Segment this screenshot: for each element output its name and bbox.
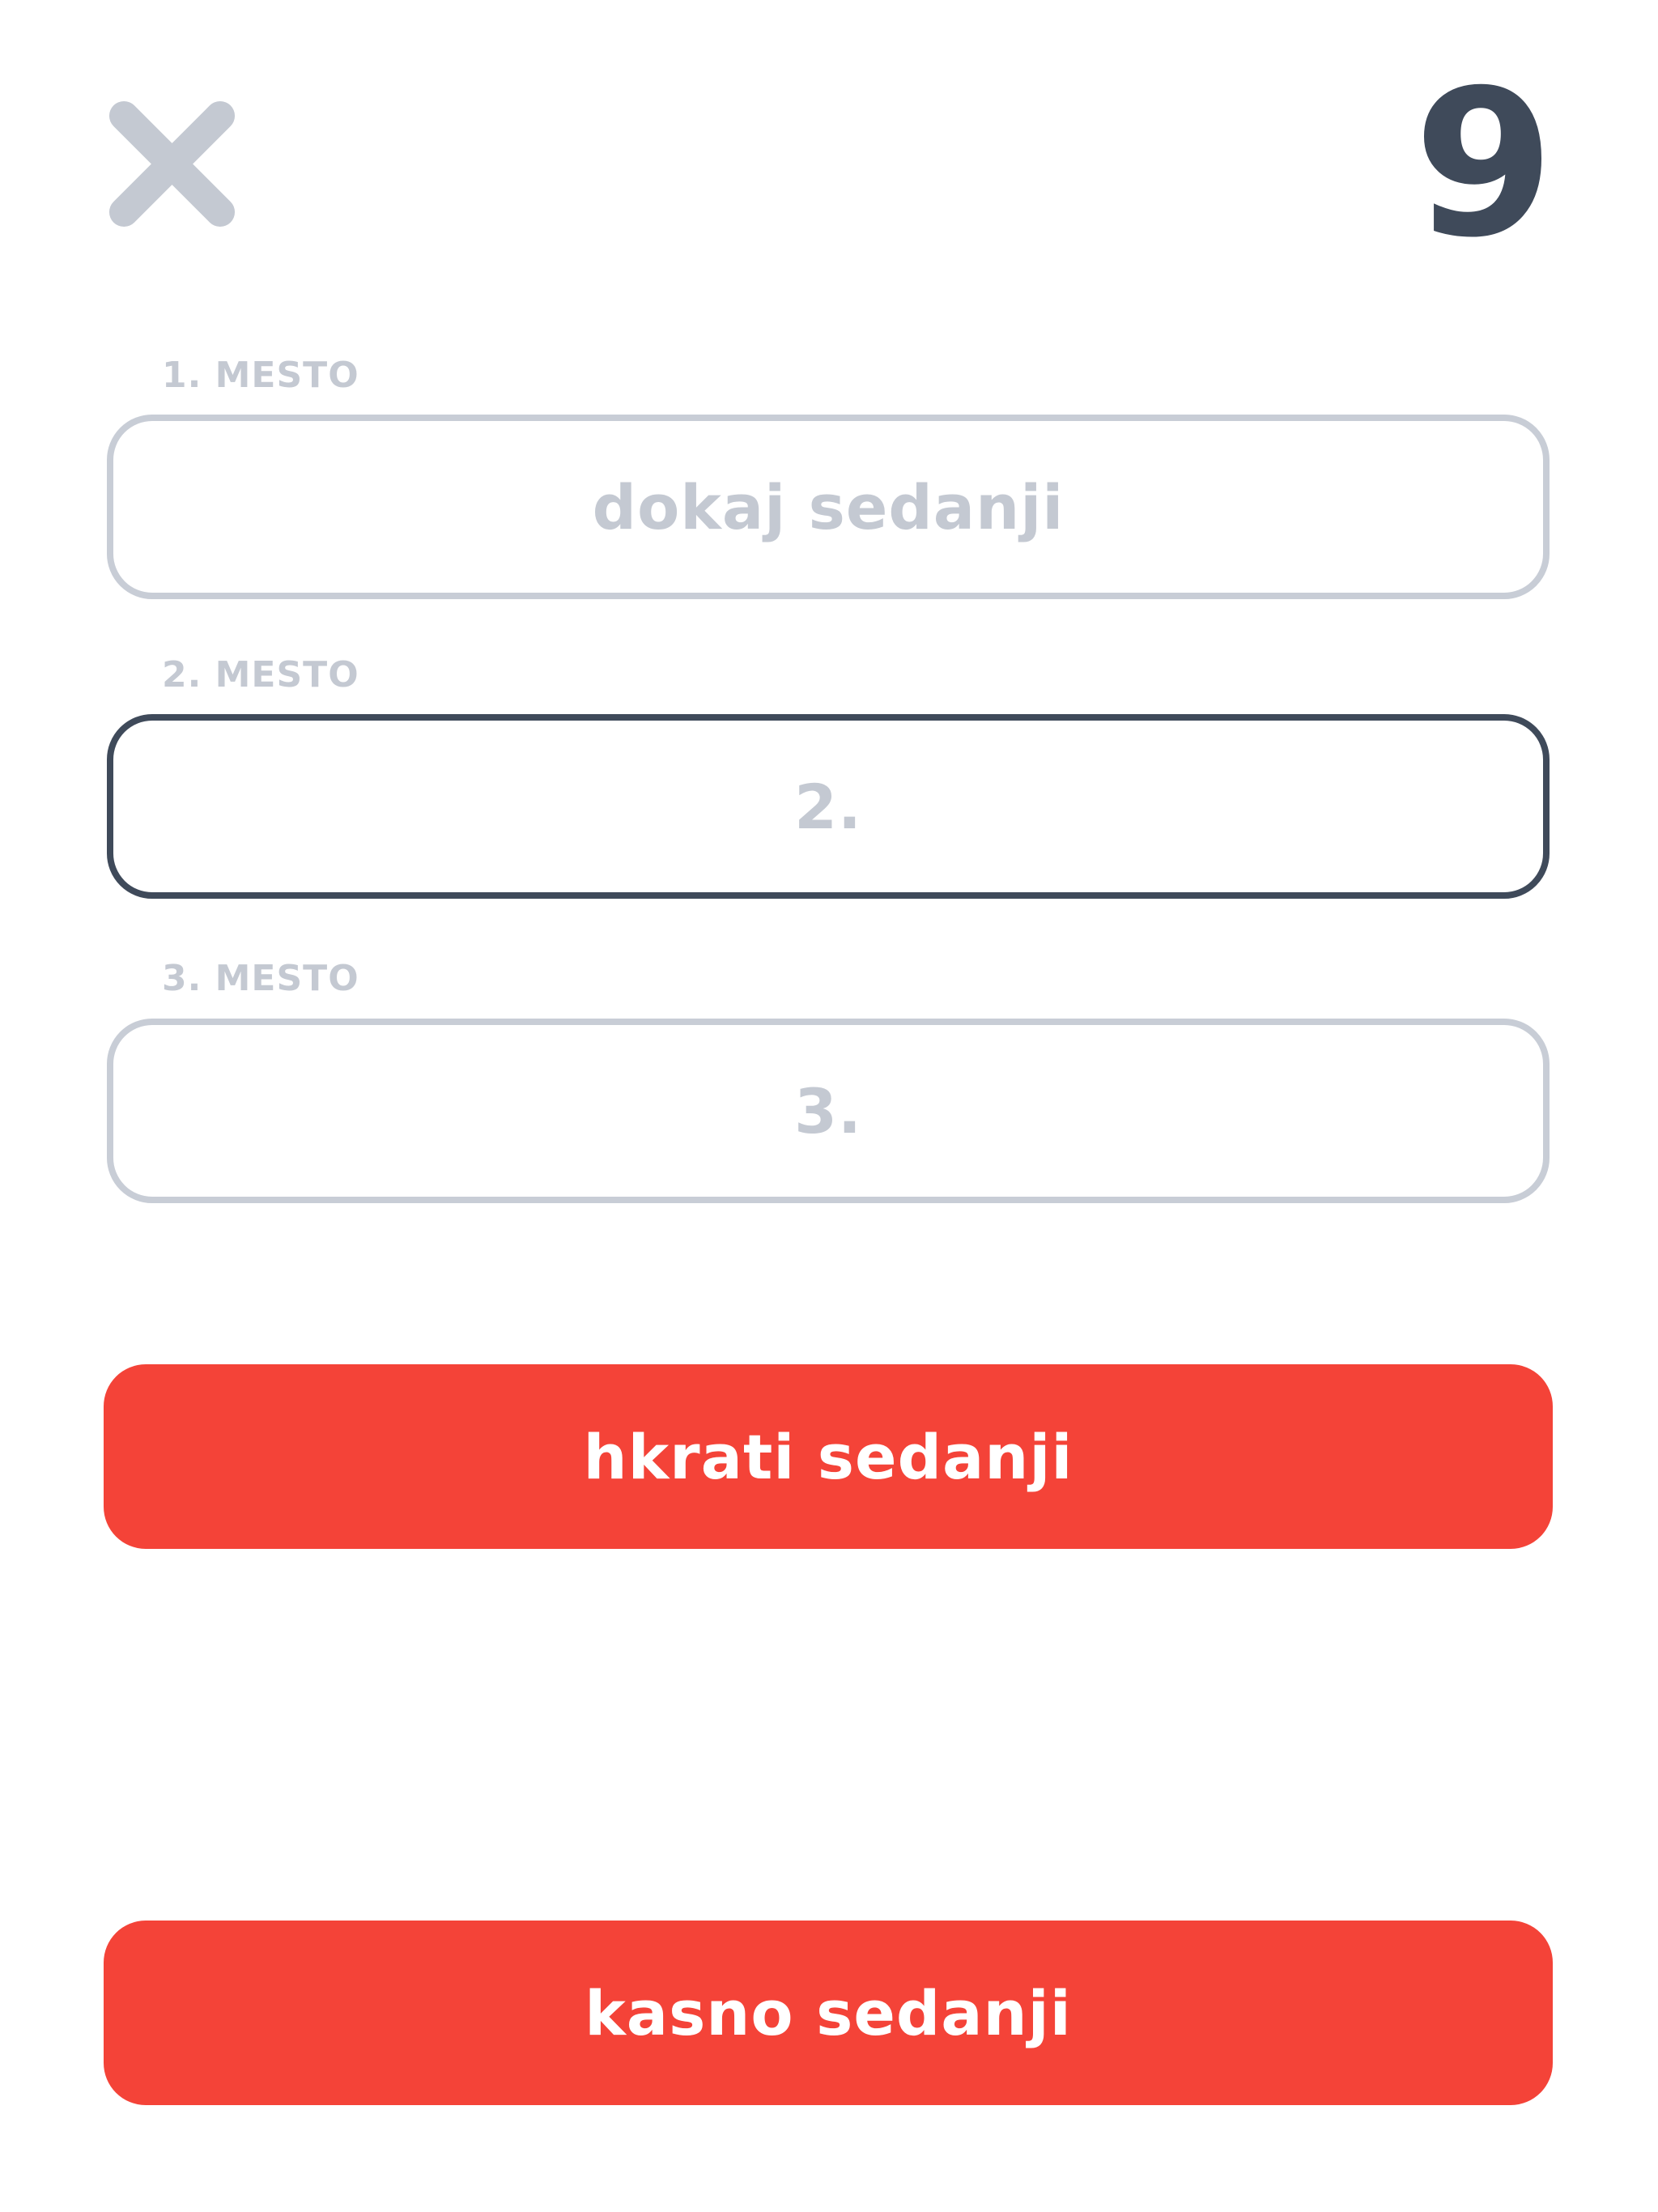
field-label-1: 1. MESTO xyxy=(162,355,359,396)
close-button[interactable] xyxy=(105,97,239,231)
question-counter: 9 xyxy=(1414,46,1554,282)
field-label-2: 2. MESTO xyxy=(162,654,359,696)
kasno-sedanji-label: kasno sedanji xyxy=(585,1976,1072,2049)
hkrati-sedanji-button[interactable]: hkrati sedanji xyxy=(104,1364,1553,1549)
hkrati-sedanji-label: hkrati sedanji xyxy=(583,1420,1073,1493)
answer-field-3-placeholder: 3. xyxy=(794,1074,862,1147)
answer-field-2-placeholder: 2. xyxy=(794,770,862,843)
answer-field-1-value: dokaj sedanji xyxy=(592,470,1065,543)
answer-field-2[interactable]: 2. xyxy=(107,714,1550,899)
kasno-sedanji-button[interactable]: kasno sedanji xyxy=(104,1921,1553,2105)
close-icon xyxy=(108,100,236,228)
answer-field-1[interactable]: dokaj sedanji xyxy=(107,415,1550,599)
field-label-3: 3. MESTO xyxy=(162,958,359,999)
answer-field-3[interactable]: 3. xyxy=(107,1019,1550,1203)
